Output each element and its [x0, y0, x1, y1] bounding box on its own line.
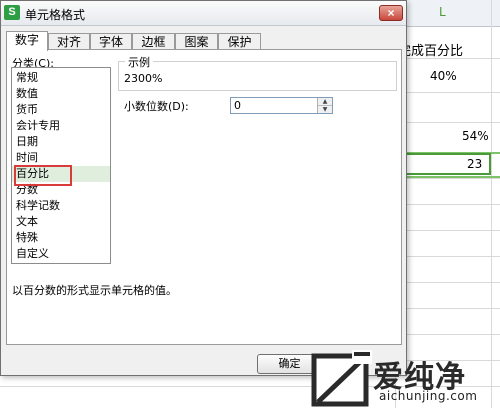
category-item[interactable]: 会计专用 [16, 118, 108, 134]
category-item[interactable]: 自定义 [16, 246, 108, 262]
annotation-highlight-box [14, 165, 72, 186]
decimal-places-spinner[interactable]: 0 ▲ ▼ [230, 97, 333, 114]
cell-header[interactable]: 完成百分比 [398, 40, 463, 59]
watermark-mark-icon [311, 350, 372, 407]
column-header-label: L [439, 5, 446, 19]
cell-value[interactable]: 23 [467, 157, 482, 171]
category-item[interactable]: 时间 [16, 150, 108, 166]
category-item[interactable]: 科学记数 [16, 198, 108, 214]
column-header[interactable]: L [395, 0, 500, 27]
tab-pattern[interactable]: 图案 [175, 33, 218, 50]
category-item[interactable]: 货币 [16, 102, 108, 118]
format-description: 以百分数的形式显示单元格的值。 [12, 284, 177, 297]
spinner-down-icon[interactable]: ▼ [318, 106, 332, 113]
wps-app-icon: S [4, 5, 20, 20]
category-item[interactable]: 日期 [16, 134, 108, 150]
category-item[interactable]: 常规 [16, 70, 108, 86]
tab-number[interactable]: 数字 [6, 31, 48, 51]
spinner-buttons: ▲ ▼ [317, 98, 332, 113]
format-cells-dialog: S 单元格格式 × 数字 对齐 字体 边框 图案 保护 分类(C): 常规 数值… [0, 0, 407, 376]
tab-alignment[interactable]: 对齐 [48, 33, 90, 50]
example-title: 示例 [125, 54, 153, 70]
cell-value[interactable]: 54% [462, 129, 489, 143]
watermark-url: aichunjing.com [379, 389, 478, 403]
category-item[interactable]: 文本 [16, 214, 108, 230]
category-item[interactable]: 特殊 [16, 230, 108, 246]
decimal-places-value[interactable]: 0 [234, 99, 241, 112]
category-item[interactable]: 数值 [16, 86, 108, 102]
example-value: 2300% [124, 72, 163, 85]
close-button[interactable]: × [379, 5, 403, 21]
decimal-places-label: 小数位数(D): [124, 100, 189, 113]
tab-border[interactable]: 边框 [132, 33, 175, 50]
tab-font[interactable]: 字体 [90, 33, 132, 50]
dialog-title: 单元格格式 [25, 8, 86, 22]
watermark-logo: 爱纯净 aichunjing.com [310, 350, 500, 408]
spinner-up-icon[interactable]: ▲ [318, 98, 332, 106]
cell-value[interactable]: 40% [430, 69, 457, 83]
tab-protection[interactable]: 保护 [218, 33, 261, 50]
dialog-titlebar[interactable]: S 单元格格式 × [1, 1, 406, 26]
